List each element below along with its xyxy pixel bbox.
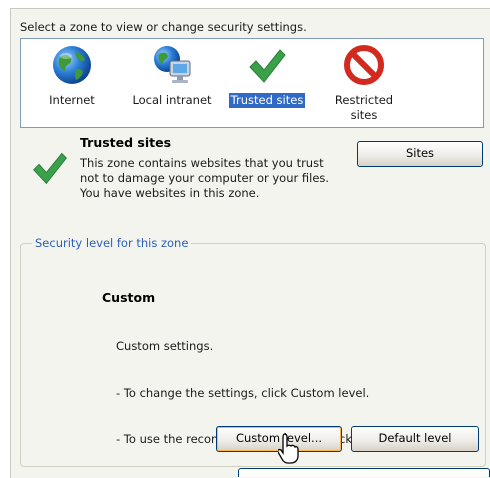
security-level-line: - To change the settings, click Custom l… [116, 385, 370, 400]
zone-title: Trusted sites [80, 135, 172, 150]
security-level-title: Custom [102, 290, 156, 305]
checkmark-icon [249, 49, 286, 83]
zone-description-text: This zone contains websites that you tru… [80, 156, 330, 185]
zone-prompt: Select a zone to view or change security… [20, 20, 307, 34]
sites-button[interactable]: Sites [357, 141, 483, 167]
security-level-line: Custom settings. [116, 339, 214, 353]
zone-label: Local intranet [132, 93, 212, 107]
zone-internet[interactable]: Internet [37, 43, 107, 108]
security-level-legend: Security level for this zone [32, 236, 192, 250]
partial-button[interactable] [238, 468, 490, 477]
zone-label: Trusted sites [228, 93, 306, 108]
zone-description: This zone contains websites that you tru… [80, 156, 340, 201]
zone-trusted-sites[interactable]: Trusted sites [221, 43, 313, 108]
globe-icon [53, 46, 91, 84]
default-level-button[interactable]: Default level [351, 426, 479, 452]
intranet-computer-icon [154, 46, 191, 83]
mouse-cursor-icon [278, 433, 299, 464]
zone-label: Restricted sites [334, 93, 394, 122]
checkmark-icon [33, 152, 67, 185]
zone-status-text: You have websites in this zone. [80, 186, 260, 200]
restricted-icon [344, 45, 384, 85]
zone-local-intranet[interactable]: Local intranet [125, 43, 219, 108]
zone-list[interactable]: Internet Local intranet Trusted sites Re… [20, 38, 484, 128]
zone-restricted-sites[interactable]: Restricted sites [321, 43, 407, 123]
zone-label: Internet [49, 93, 95, 107]
